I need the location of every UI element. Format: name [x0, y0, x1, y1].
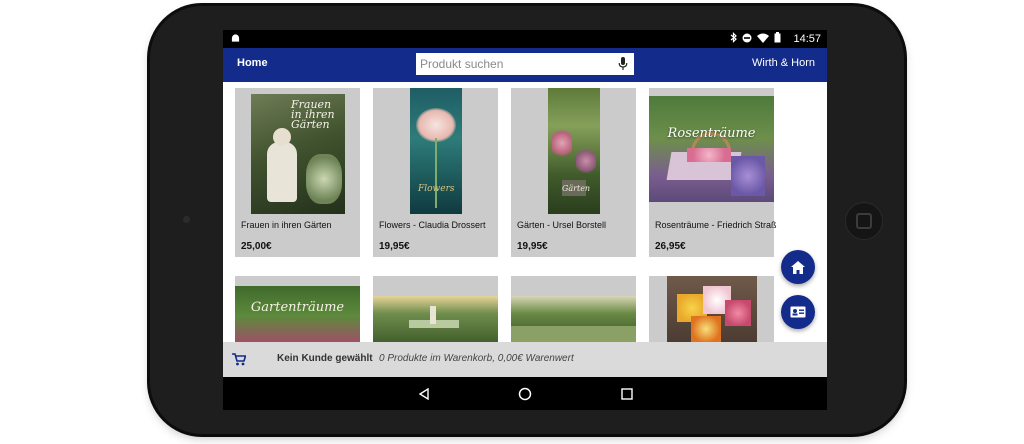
cart-summary[interactable]: 0 Produkte im Warenkorb, 0,00€ Warenwert	[379, 353, 574, 364]
product-image: Gärten	[548, 88, 600, 214]
recents-icon	[621, 388, 633, 400]
product-card[interactable]: Gärten Gärten - Ursel Borstell 19,95€	[511, 88, 636, 257]
cover-text: Rosenträume	[667, 126, 756, 141]
bluetooth-icon	[730, 32, 737, 46]
cover-text: Frauen in ihren Gärten	[291, 98, 335, 131]
square-icon	[856, 213, 872, 229]
status-icons	[730, 32, 781, 46]
contact-card-icon	[790, 306, 806, 318]
product-card[interactable]: Flowers Flowers - Claudia Drossert 19,95…	[373, 88, 498, 257]
cover-text: Gärten	[562, 184, 591, 193]
product-image: Frauen in ihren Gärten	[251, 94, 345, 214]
product-price: 19,95€	[379, 241, 410, 252]
recents-button[interactable]	[619, 386, 635, 402]
cover-text: Gartenträume	[250, 300, 345, 315]
cart-bar: Kein Kunde gewählt 0 Produkte im Warenko…	[223, 342, 827, 377]
home-nav-button[interactable]	[517, 386, 533, 402]
product-title: Rosenträume - Friedrich Straß	[655, 220, 777, 230]
customer-status[interactable]: Kein Kunde gewählt	[277, 353, 373, 364]
back-icon	[418, 388, 429, 400]
camera-icon	[183, 216, 190, 223]
product-price: 26,95€	[655, 241, 686, 252]
customer-fab-button[interactable]	[781, 295, 815, 329]
product-image	[511, 296, 636, 346]
home-icon	[791, 260, 805, 274]
app-screen: 14:57 Home Wirth & Horn Frauen in ihren …	[223, 30, 827, 410]
search-input[interactable]	[420, 57, 618, 71]
back-button[interactable]	[416, 386, 432, 402]
status-bar: 14:57	[223, 30, 827, 48]
product-price: 19,95€	[517, 241, 548, 252]
do-not-disturb-icon	[742, 33, 752, 46]
wifi-icon	[757, 33, 769, 46]
product-title: Frauen in ihren Gärten	[241, 220, 332, 230]
circle-home-icon	[518, 387, 532, 401]
product-image: Gartenträume	[235, 286, 360, 346]
product-image	[667, 276, 757, 346]
hardware-home-button	[845, 202, 883, 240]
product-card[interactable]: Frauen in ihren Gärten Frauen in ihren G…	[235, 88, 360, 257]
home-fab-button[interactable]	[781, 250, 815, 284]
product-card[interactable]: Rosenträume Rosenträume - Friedrich Stra…	[649, 88, 777, 257]
microphone-icon[interactable]	[618, 57, 628, 71]
product-image	[373, 296, 498, 346]
app-bar: Home Wirth & Horn	[223, 48, 827, 82]
product-image: Flowers	[410, 88, 462, 214]
product-title: Gärten - Ursel Borstell	[517, 220, 607, 230]
search-box[interactable]	[416, 53, 634, 75]
product-title: Flowers - Claudia Drossert	[379, 220, 486, 230]
android-icon	[231, 34, 240, 42]
battery-icon	[774, 32, 781, 46]
brand-label[interactable]: Wirth & Horn	[752, 57, 815, 69]
cover-text: Flowers	[418, 184, 455, 194]
status-time: 14:57	[793, 33, 821, 45]
product-image: Rosenträume	[649, 96, 774, 202]
home-link[interactable]: Home	[237, 57, 268, 69]
android-nav-bar	[223, 377, 827, 410]
cart-icon[interactable]	[232, 353, 246, 366]
product-price: 25,00€	[241, 241, 272, 252]
